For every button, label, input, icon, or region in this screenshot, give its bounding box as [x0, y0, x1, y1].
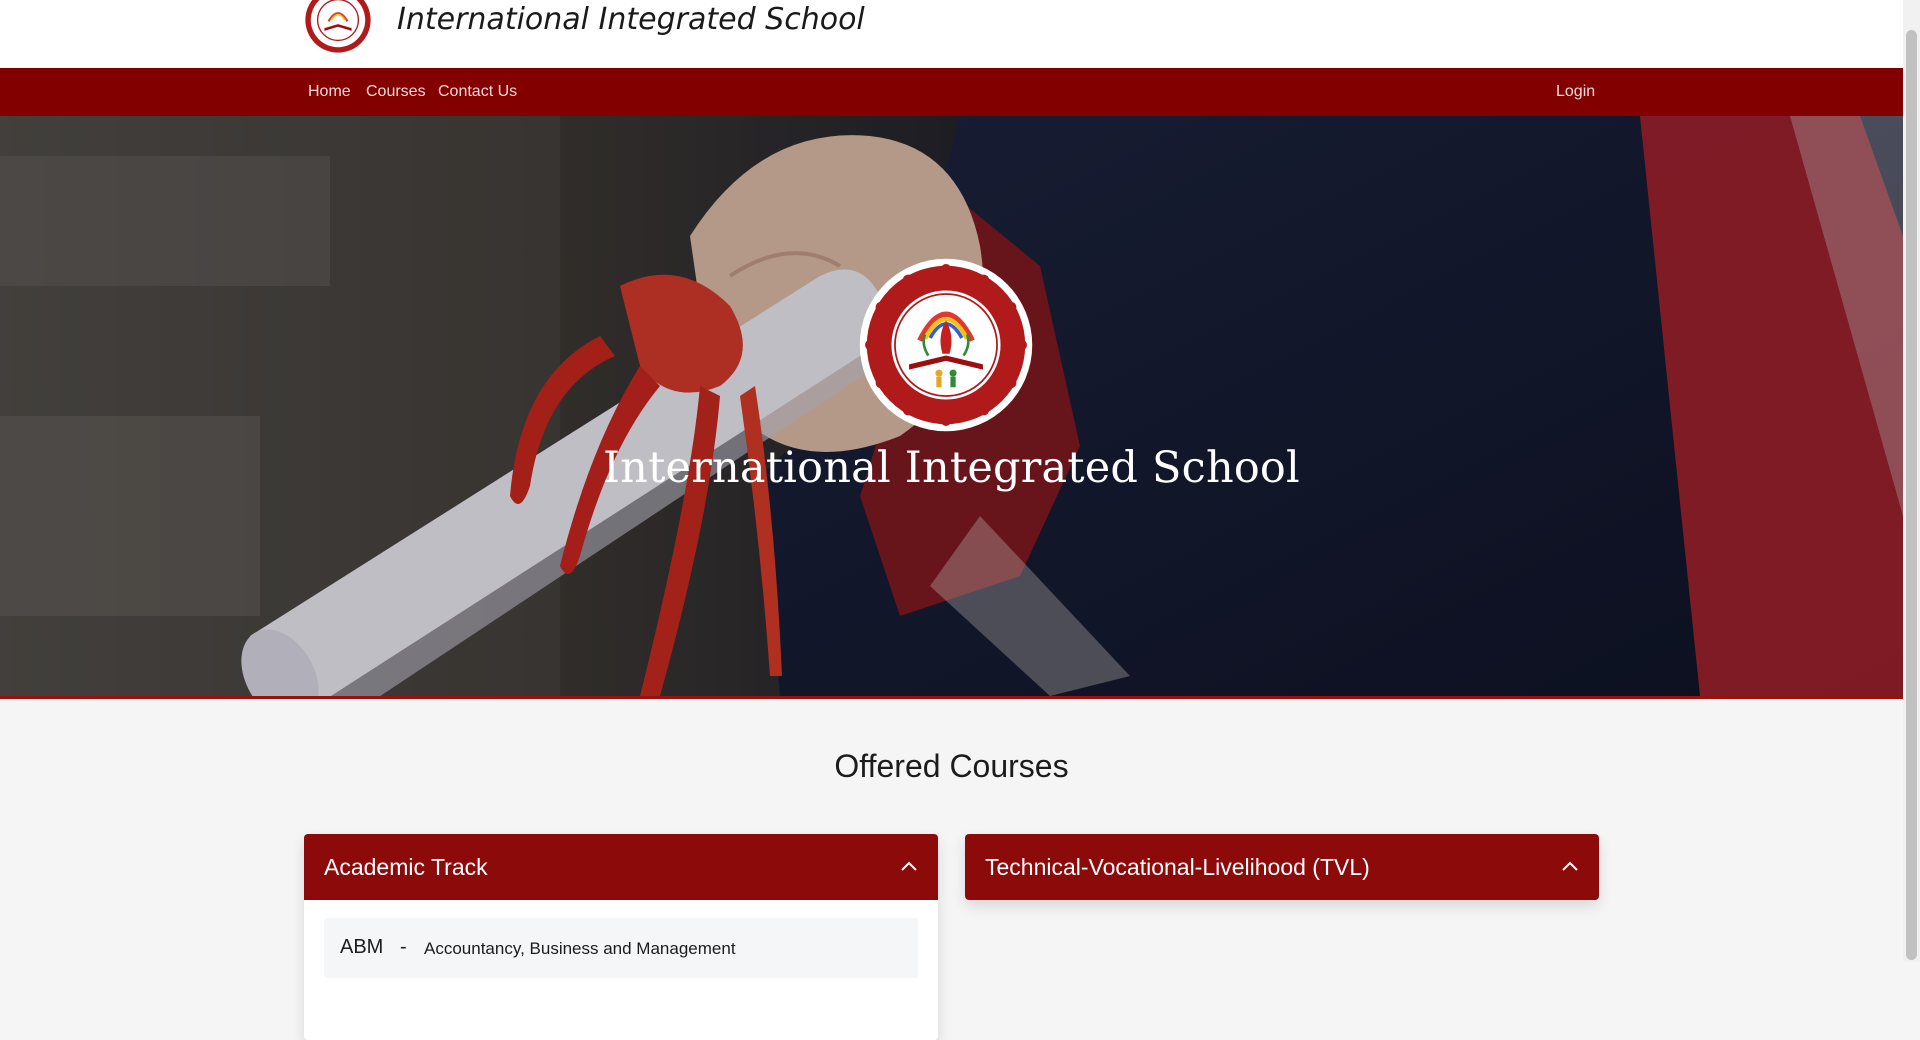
nav-contact-link[interactable]: Contact Us — [438, 68, 517, 116]
hero-banner: International Integrated School — [0, 116, 1903, 699]
accordion-header-academic[interactable]: Academic Track — [304, 834, 938, 900]
main-navbar: Home Courses Contact Us Login — [0, 68, 1903, 116]
course-separator: - — [400, 936, 407, 958]
brand-name[interactable]: International Integrated School — [397, 0, 865, 40]
chevron-up-icon[interactable] — [1561, 858, 1579, 876]
course-card-tvl: Technical-Vocational-Livelihood (TVL) — [965, 834, 1599, 900]
nav-login-link[interactable]: Login — [1556, 68, 1595, 116]
section-title-offered-courses: Offered Courses — [834, 748, 1069, 784]
nav-courses-link[interactable]: Courses — [366, 68, 426, 116]
course-name: Accountancy, Business and Management — [424, 939, 736, 958]
course-item-abm[interactable]: ABM - Accountancy, Business and Manageme… — [324, 918, 918, 978]
accordion-header-tvl[interactable]: Technical-Vocational-Livelihood (TVL) — [965, 834, 1599, 900]
brand-header: International Integrated School — [0, 0, 1903, 68]
course-code: ABM — [340, 936, 384, 958]
school-seal-logo[interactable] — [304, 0, 372, 54]
accordion-title: Technical-Vocational-Livelihood (TVL) — [985, 854, 1370, 880]
chevron-up-icon[interactable] — [900, 858, 918, 876]
school-seal-logo-large — [859, 258, 1033, 432]
course-card-academic: Academic Track ABM - Accountancy, Busine… — [304, 834, 938, 1040]
accordion-title: Academic Track — [324, 854, 488, 880]
nav-home-link[interactable]: Home — [308, 68, 351, 116]
scrollbar-thumb[interactable] — [1906, 30, 1917, 960]
hero-title: International Integrated School — [603, 443, 1300, 493]
